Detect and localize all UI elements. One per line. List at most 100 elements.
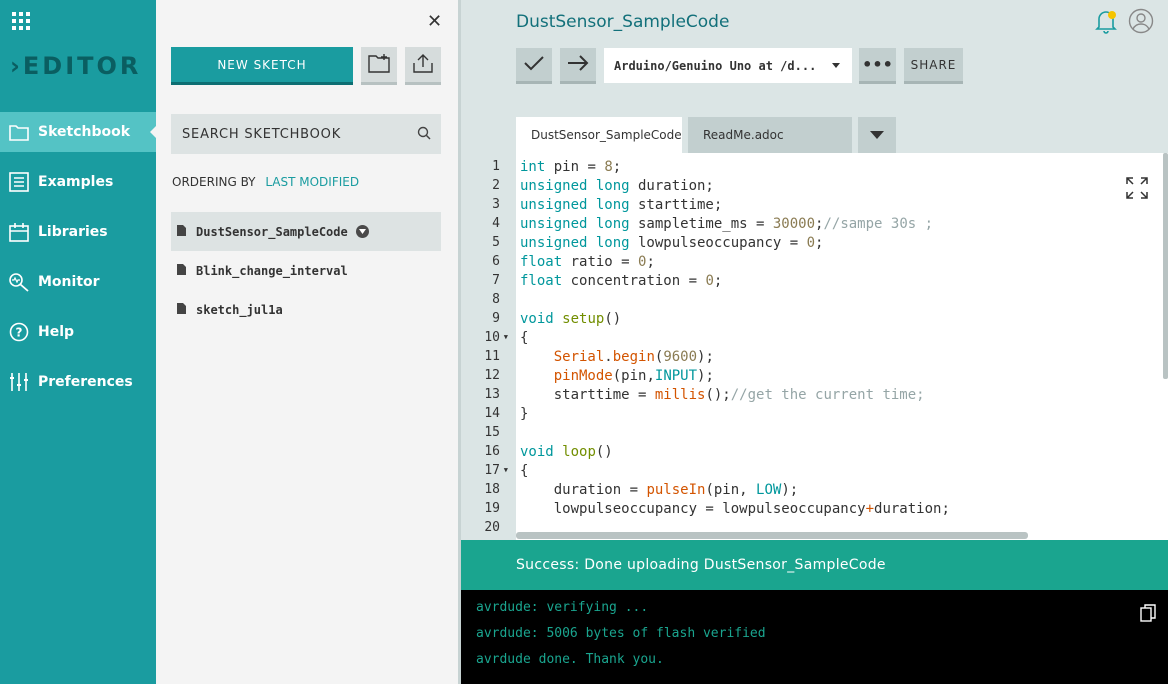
line-number: 3 [461, 197, 516, 216]
search-placeholder: SEARCH SKETCHBOOK [182, 126, 342, 142]
line-number: 2 [461, 178, 516, 197]
line-number-text: 12 [484, 368, 500, 383]
chevron-down-icon [832, 63, 840, 68]
nav-item-help[interactable]: ? Help [0, 312, 156, 352]
sketch-menu-icon[interactable] [355, 225, 369, 238]
notification-bell-icon[interactable] [1094, 8, 1118, 38]
line-number-text: 14 [484, 406, 500, 421]
file-icon [177, 302, 186, 317]
sketch-item[interactable]: Blink_change_interval [171, 251, 441, 290]
code-line: starttime = millis();//get the current t… [520, 387, 925, 403]
nav-item-label: Examples [38, 174, 114, 190]
nav-item-preferences[interactable]: Preferences [0, 362, 156, 402]
help-icon: ? [8, 321, 30, 343]
line-number-text: 1 [492, 159, 500, 174]
new-folder-button[interactable] [361, 47, 397, 85]
nav-item-label: Libraries [38, 224, 108, 240]
nav-item-label: Help [38, 324, 75, 340]
code-line: lowpulseoccupancy = lowpulseoccupancy+du… [520, 501, 950, 517]
line-number-text: 16 [484, 444, 500, 459]
line-number: 11 [461, 349, 516, 368]
vertical-scrollbar[interactable] [1163, 153, 1168, 379]
tab-readme[interactable]: ReadMe.adoc [688, 117, 852, 153]
ordering-label: ORDERING BY [172, 175, 256, 189]
library-icon [8, 221, 30, 243]
new-folder-icon [368, 53, 390, 77]
status-bar: Success: Done uploading DustSensor_Sampl… [461, 540, 1168, 590]
code-editor[interactable]: int pin = 8; unsigned long duration; uns… [516, 153, 1168, 540]
sketch-item[interactable]: sketch_jul1a [171, 290, 441, 329]
tab-dustsensor[interactable]: DustSensor_SampleCode [516, 117, 682, 153]
output-console: avrdude: verifying ... avrdude: 5006 byt… [461, 590, 1168, 684]
nav-item-examples[interactable]: Examples [0, 162, 156, 202]
line-number-text: 19 [484, 501, 500, 516]
console-line: avrdude: 5006 bytes of flash verified [476, 626, 766, 641]
nav-item-libraries[interactable]: Libraries [0, 212, 156, 252]
apps-grid-icon[interactable] [12, 12, 30, 30]
search-icon[interactable] [417, 126, 431, 144]
more-options-button[interactable]: ••• [859, 48, 896, 84]
line-number: 12 [461, 368, 516, 387]
line-number-gutter: 1 2 3 4 5 6 7 8 9 10 ▼ 11 12 13 14 15 16 17 ▼ 18 19 20 [461, 153, 516, 540]
verify-button[interactable] [516, 48, 552, 84]
upload-button[interactable] [560, 48, 596, 84]
sketchbook-panel: ✕ NEW SKETCH SEARCH SKETCHBOOK ORDERING … [156, 0, 458, 684]
ordering-row: ORDERING BY LAST MODIFIED [172, 175, 359, 189]
line-number: 8 [461, 292, 516, 311]
code-line: } [520, 406, 529, 422]
line-number-text: 9 [492, 311, 500, 326]
line-number: 4 [461, 216, 516, 235]
copy-icon[interactable] [1140, 604, 1156, 626]
line-number: 5 [461, 235, 516, 254]
fold-arrow-icon[interactable]: ▼ [504, 333, 508, 341]
nav-item-monitor[interactable]: Monitor [0, 262, 156, 302]
line-number-text: 3 [492, 197, 500, 212]
import-sketch-button[interactable] [405, 47, 441, 85]
file-icon [177, 263, 186, 278]
svg-text:?: ? [16, 326, 23, 340]
board-selector[interactable]: Arduino/Genuino Uno at /d... [604, 48, 852, 83]
status-message: Success: Done uploading DustSensor_Sampl… [516, 557, 886, 573]
fullscreen-icon[interactable] [1126, 177, 1148, 203]
code-line: unsigned long sampletime_ms = 30000;//sa… [520, 216, 934, 232]
line-number-text: 17 [484, 463, 500, 478]
checkmark-icon [524, 55, 544, 75]
line-number-text: 7 [492, 273, 500, 288]
console-line: avrdude done. Thank you. [476, 652, 664, 667]
new-sketch-button[interactable]: NEW SKETCH [171, 47, 353, 85]
line-number: 10 ▼ [461, 330, 516, 349]
code-line: Serial.begin(9600); [553, 349, 714, 365]
line-number-text: 11 [484, 349, 500, 364]
user-avatar-icon[interactable] [1128, 8, 1154, 38]
sliders-icon [8, 371, 30, 393]
line-number: 9 [461, 311, 516, 330]
line-number: 17 ▼ [461, 463, 516, 482]
editor-main: DustSensor_SampleCode Arduino/Genuino Un… [461, 0, 1168, 684]
tabs-menu-button[interactable] [858, 117, 896, 153]
list-icon [8, 171, 30, 193]
folder-icon [8, 121, 30, 143]
line-number: 15 [461, 425, 516, 444]
code-line: pinMode(pin,INPUT); [553, 368, 714, 384]
chevron-down-icon [870, 131, 884, 139]
search-sketchbook-input[interactable]: SEARCH SKETCHBOOK [171, 114, 441, 154]
code-line: unsigned long lowpulseoccupancy = 0; [520, 235, 824, 251]
line-number-text: 6 [492, 254, 500, 269]
line-number: 20 [461, 520, 516, 539]
nav-item-label: Monitor [38, 274, 100, 290]
share-button[interactable]: SHARE [904, 48, 963, 84]
sketch-item[interactable]: DustSensor_SampleCode [171, 212, 441, 251]
close-panel-icon[interactable]: ✕ [427, 11, 442, 32]
arrow-right-icon [567, 54, 589, 75]
horizontal-scrollbar[interactable] [516, 532, 1028, 539]
line-number: 19 [461, 501, 516, 520]
code-line: float ratio = 0; [520, 254, 655, 270]
nav-item-sketchbook[interactable]: Sketchbook [0, 112, 157, 152]
code-line: unsigned long starttime; [520, 197, 723, 213]
fold-arrow-icon[interactable]: ▼ [504, 466, 508, 474]
sketch-title: DustSensor_SampleCode [516, 12, 730, 32]
line-number: 18 [461, 482, 516, 501]
sketch-name: Blink_change_interval [196, 263, 348, 278]
line-number-text: 8 [492, 292, 500, 307]
ordering-link[interactable]: LAST MODIFIED [265, 175, 359, 189]
